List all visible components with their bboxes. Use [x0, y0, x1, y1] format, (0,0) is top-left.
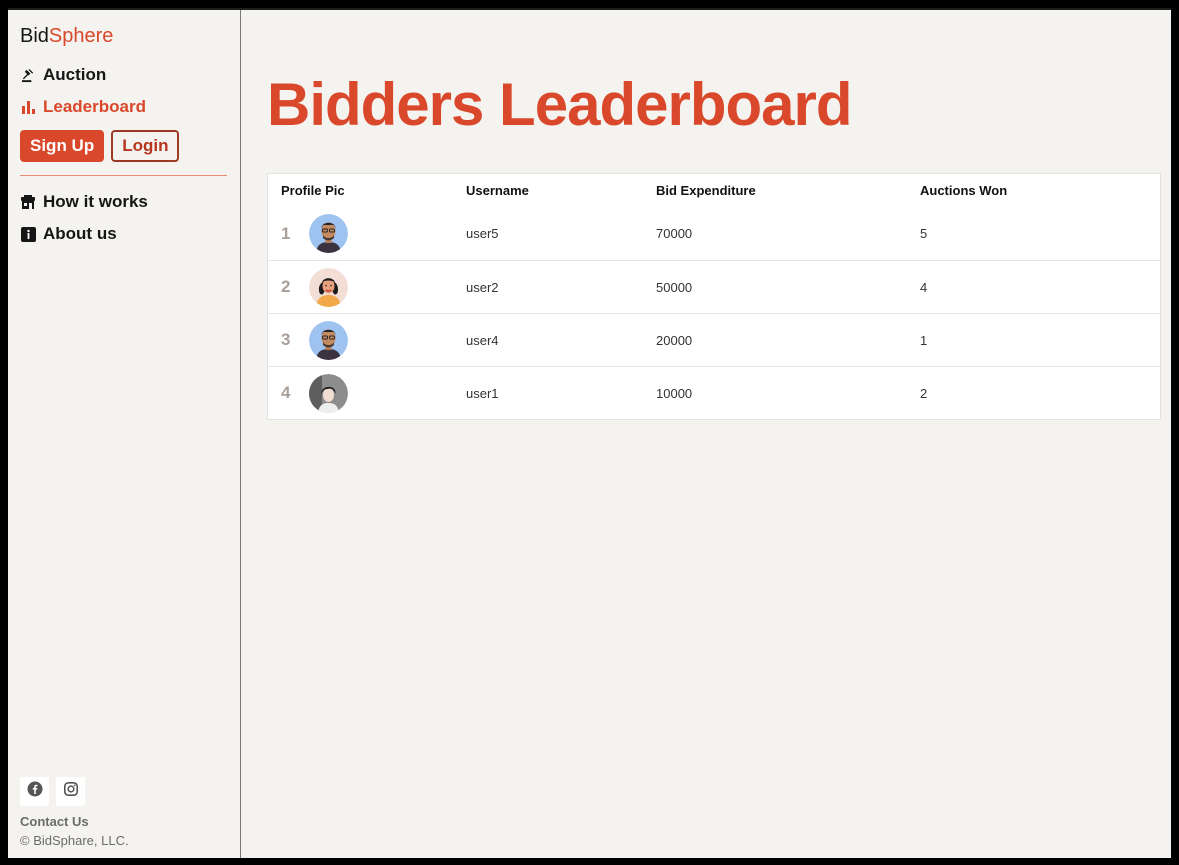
nav-label-how-it-works: How it works	[43, 192, 148, 211]
auctions-won-cell: 4	[920, 279, 928, 295]
store-icon	[20, 194, 36, 210]
sidebar: BidSphere Auction Leaderboard Sign Up Lo…	[8, 10, 241, 858]
table-body: 1 user5 70000 5 2 user2 50000 4 3 user4 …	[268, 207, 1160, 419]
woman-avatar	[309, 267, 348, 307]
profile-pic-cell: 2	[268, 267, 466, 307]
profile-pic-cell: 3	[268, 320, 466, 360]
rank-number: 3	[281, 330, 291, 349]
man-glasses-avatar	[309, 320, 348, 360]
contact-us-link[interactable]: Contact Us	[20, 814, 89, 829]
auth-buttons: Sign Up Login	[20, 130, 180, 162]
table-header: Profile Pic Username Bid Expenditure Auc…	[268, 174, 1160, 207]
auctions-won-cell: 5	[920, 226, 928, 241]
instagram-icon	[63, 782, 78, 801]
facebook-link[interactable]	[20, 777, 49, 806]
rank-number: 2	[281, 277, 291, 296]
profile-pic-cell: 1	[268, 214, 466, 253]
username-cell: user2	[466, 279, 499, 295]
table-row[interactable]: 2 user2 50000 4	[268, 260, 1160, 313]
bid-expenditure-cell: 20000	[656, 332, 693, 348]
instagram-link[interactable]	[56, 777, 85, 806]
auctions-won-cell: 1	[920, 332, 928, 348]
bid-expenditure-cell: 70000	[656, 226, 693, 241]
header-username: Username	[466, 183, 529, 198]
header-auctions-won: Auctions Won	[920, 183, 1008, 198]
app-window: BidSphere Auction Leaderboard Sign Up Lo…	[8, 8, 1171, 858]
login-button[interactable]: Login	[111, 130, 180, 162]
info-icon	[20, 226, 36, 242]
nav-label-leaderboard: Leaderboard	[43, 97, 146, 116]
username-cell: user1	[466, 385, 499, 401]
nav-item-leaderboard[interactable]: Leaderboard	[20, 97, 146, 117]
brand-part-1: Bid	[20, 25, 49, 47]
nav-item-how-it-works[interactable]: How it works	[20, 192, 148, 212]
photo-avatar	[309, 373, 348, 413]
copyright-text: © BidSphare, LLC.	[20, 833, 129, 848]
profile-pic-cell: 4	[268, 373, 466, 413]
facebook-icon	[27, 781, 43, 802]
auctions-won-cell: 2	[920, 385, 928, 401]
rank-number: 1	[281, 223, 291, 243]
brand-logo[interactable]: BidSphere	[20, 25, 113, 48]
nav-label-about-us: About us	[43, 224, 117, 243]
brand-part-2: Sphere	[48, 25, 114, 47]
man-glasses-avatar	[309, 214, 348, 253]
table-row[interactable]: 1 user5 70000 5	[268, 207, 1160, 260]
username-cell: user5	[466, 226, 499, 241]
bid-expenditure-cell: 10000	[656, 385, 693, 401]
username-cell: user4	[466, 332, 499, 348]
nav-item-auction[interactable]: Auction	[20, 65, 106, 85]
bid-expenditure-cell: 50000	[656, 279, 693, 295]
signup-button[interactable]: Sign Up	[20, 130, 105, 162]
header-profile-pic: Profile Pic	[281, 183, 345, 198]
nav-label-auction: Auction	[43, 65, 107, 84]
nav-item-about-us[interactable]: About us	[20, 224, 117, 244]
sidebar-divider	[20, 175, 227, 176]
gavel-icon	[20, 67, 36, 83]
header-bid-expenditure: Bid Expenditure	[656, 183, 756, 198]
bar-chart-icon	[20, 99, 36, 115]
rank-number: 4	[281, 383, 291, 402]
social-links	[20, 777, 85, 806]
leaderboard-table: Profile Pic Username Bid Expenditure Auc…	[267, 173, 1161, 420]
table-row[interactable]: 4 user1 10000 2	[268, 366, 1160, 419]
table-row[interactable]: 3 user4 20000 1	[268, 313, 1160, 366]
page-title: Bidders Leaderboard	[267, 71, 852, 138]
main-content: Bidders Leaderboard Profile Pic Username…	[242, 10, 1171, 858]
